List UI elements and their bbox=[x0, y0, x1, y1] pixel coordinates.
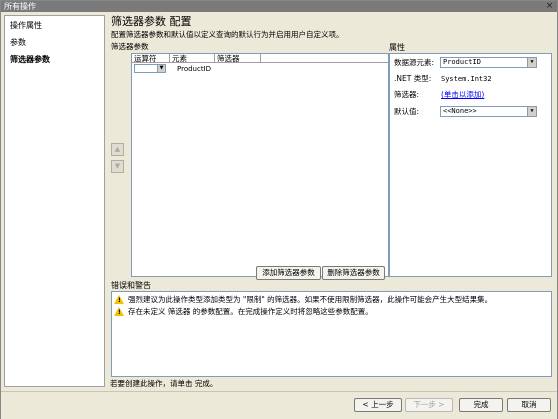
nav-item-operation-properties[interactable]: 操作属性 bbox=[10, 20, 42, 31]
page-title: 筛选器参数 配置 bbox=[111, 15, 192, 28]
properties-title: 属性 bbox=[389, 43, 405, 52]
dialog-window: 所有操作 × 操作属性 参数 筛选器参数 筛选器参数 配置 配置筛选器参数和默认… bbox=[0, 0, 558, 419]
chevron-down-icon[interactable]: ▼ bbox=[527, 107, 536, 116]
datasource-select[interactable]: ProductID ▼ bbox=[440, 57, 537, 68]
previous-button[interactable]: < 上一步 bbox=[354, 398, 402, 412]
footer-instruction: 若要创建此操作，请单击 完成。 bbox=[110, 379, 218, 388]
cancel-button[interactable]: 取消 bbox=[507, 398, 551, 412]
default-value: <<None>> bbox=[443, 107, 477, 115]
add-filter-link[interactable]: (单击以添加) bbox=[441, 90, 484, 100]
datasource-value: ProductID bbox=[443, 58, 481, 66]
close-icon[interactable]: × bbox=[545, 1, 554, 11]
error-message: 强烈建议为此操作类型添加类型为 "限制" 的筛选器。如果不使用限制筛选器，此操作… bbox=[128, 295, 493, 304]
button-bar: < 上一步 下一步 > 完成 取消 bbox=[1, 391, 557, 419]
nettype-label: .NET 类型: bbox=[394, 74, 432, 83]
table-row[interactable]: ▼ ProductID bbox=[132, 64, 388, 74]
chevron-down-icon[interactable]: ▼ bbox=[157, 65, 165, 72]
filter-params-label: 筛选器参数 bbox=[111, 42, 149, 51]
grid-header: 运算符 元素 筛选器 bbox=[132, 54, 388, 63]
nav-item-parameters[interactable]: 参数 bbox=[10, 37, 26, 48]
window-title: 所有操作 bbox=[4, 2, 36, 11]
add-filter-param-button[interactable]: 添加筛选器参数 bbox=[256, 266, 321, 280]
datasource-label: 数据源元素: bbox=[394, 58, 435, 67]
operator-select[interactable]: ▼ bbox=[134, 64, 166, 73]
next-button[interactable]: 下一步 > bbox=[405, 398, 453, 412]
filter-prop-label: 筛选器: bbox=[394, 90, 420, 99]
element-cell: ProductID bbox=[177, 65, 212, 73]
chevron-down-icon[interactable]: ▼ bbox=[527, 58, 536, 67]
error-message: 存在未定义 筛选器 的参数配置。在完成操作定义时将忽略这些参数配置。 bbox=[128, 307, 373, 316]
nav-panel: 操作属性 参数 筛选器参数 bbox=[4, 15, 105, 387]
column-header-element[interactable]: 元素 bbox=[170, 54, 215, 63]
filter-params-grid[interactable]: 运算符 元素 筛选器 ▼ ProductID bbox=[131, 53, 389, 277]
nettype-value: System.Int32 bbox=[441, 75, 492, 83]
default-value-label: 默认值: bbox=[394, 107, 420, 116]
nav-item-filter-parameters[interactable]: 筛选器参数 bbox=[10, 54, 50, 65]
finish-button[interactable]: 完成 bbox=[459, 398, 503, 412]
page-description: 配置筛选器参数和默认值以定义查询的默认行为并启用用户自定义项。 bbox=[111, 30, 344, 39]
errors-list[interactable]: ! 强烈建议为此操作类型添加类型为 "限制" 的筛选器。如果不使用限制筛选器，此… bbox=[111, 291, 552, 377]
move-up-button[interactable]: ▲ bbox=[111, 143, 124, 156]
move-down-button[interactable]: ▼ bbox=[111, 160, 124, 173]
main-panel: 筛选器参数 配置 配置筛选器参数和默认值以定义查询的默认行为并启用用户自定义项。… bbox=[107, 15, 556, 387]
default-value-select[interactable]: <<None>> ▼ bbox=[440, 106, 537, 117]
properties-panel: 数据源元素: ProductID ▼ .NET 类型: System.Int32… bbox=[389, 53, 552, 277]
title-bar: 所有操作 × bbox=[1, 1, 557, 12]
errors-title: 错误和警告 bbox=[111, 281, 151, 290]
column-header-filter[interactable]: 筛选器 bbox=[215, 54, 261, 63]
delete-filter-param-button[interactable]: 删除筛选器参数 bbox=[322, 266, 385, 280]
column-header-operator[interactable]: 运算符 bbox=[132, 54, 170, 63]
